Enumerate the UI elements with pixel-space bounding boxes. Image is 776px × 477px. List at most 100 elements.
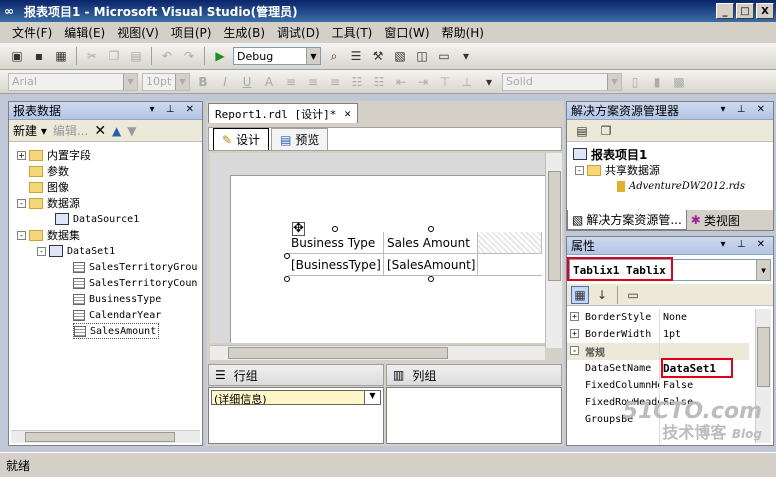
border-style-select[interactable]: Solid ▼ [502, 72, 622, 91]
tree-item-field[interactable]: CalendarYear [73, 307, 161, 323]
property-pages-icon[interactable]: ▭ [624, 286, 642, 304]
align-left-icon[interactable]: ≡ [282, 73, 300, 91]
valign-mid-icon[interactable]: ⊥ [458, 73, 476, 91]
new-project-icon[interactable]: ▣ [8, 47, 26, 65]
numbering-icon[interactable]: ☷ [370, 73, 388, 91]
menu-window[interactable]: 窗口(W) [378, 24, 435, 41]
border-icon[interactable]: ▯ [626, 73, 644, 91]
alphabetical-icon[interactable]: ↓ [593, 286, 611, 304]
tab-design[interactable]: ✎ 设计 [213, 128, 270, 150]
align-right-icon[interactable]: ≡ [326, 73, 344, 91]
delete-icon[interactable]: ✕ [94, 123, 106, 139]
header-cell-sales-amount[interactable]: Sales Amount [384, 232, 478, 254]
panel-pin-icon[interactable]: ▾ ⊥ ✕ [721, 104, 769, 115]
toolbar-options-icon[interactable]: ▾ [457, 47, 475, 65]
scrollbar-thumb[interactable] [228, 347, 448, 359]
fill-color-icon[interactable]: ▩ [670, 73, 688, 91]
tree-item-datasets[interactable]: - 数据集 [17, 227, 80, 243]
font-name-select[interactable]: Arial ▼ [8, 72, 138, 91]
bullets-icon[interactable]: ☷ [348, 73, 366, 91]
tree-item-builtin[interactable]: + 内置字段 [17, 147, 91, 163]
empty-column-cell[interactable] [478, 232, 542, 254]
vertical-scrollbar[interactable] [545, 153, 562, 348]
menu-tools[interactable]: 工具(T) [326, 24, 379, 41]
property-value[interactable]: False [659, 380, 693, 391]
tab-class-view[interactable]: ✱ 类视图 [687, 212, 744, 229]
document-tab[interactable]: Report1.rdl [设计]* ✕ [208, 103, 358, 123]
collapse-icon[interactable]: - [575, 165, 584, 175]
menu-file[interactable]: 文件(F) [6, 24, 58, 41]
start-debug-icon[interactable]: ▶ [211, 47, 229, 65]
resize-handle[interactable] [428, 276, 434, 282]
empty-column-cell[interactable] [478, 254, 542, 276]
cut-icon[interactable]: ✂ [83, 47, 101, 65]
property-row[interactable]: + BorderWidth 1pt [567, 326, 749, 343]
tree-item-datasources[interactable]: - 数据源 [17, 195, 80, 211]
collapse-icon[interactable]: - [17, 230, 26, 240]
tree-item-project[interactable]: 报表项目1 [573, 146, 647, 162]
close-tab-icon[interactable]: ✕ [344, 107, 351, 120]
horizontal-scrollbar[interactable] [210, 345, 545, 360]
resize-handle[interactable] [284, 276, 290, 282]
scrollbar-thumb[interactable] [25, 432, 175, 442]
copy-icon[interactable]: ❐ [105, 47, 123, 65]
scrollbar-thumb[interactable] [757, 327, 770, 387]
indent-icon[interactable]: ⇥ [414, 73, 432, 91]
collapse-icon[interactable]: - [37, 246, 46, 256]
tab-preview[interactable]: ▤ 预览 [271, 128, 329, 150]
data-cell-sales-amount[interactable]: [SalesAmount] [384, 254, 478, 276]
tree-item-shared-datasources[interactable]: - 共享数据源 [575, 162, 660, 178]
tree-item-field-selected[interactable]: SalesAmount [73, 323, 160, 339]
tree-item-rds[interactable]: AdventureDW2012.rds [617, 178, 745, 194]
command-window-icon[interactable]: ▭ [435, 47, 453, 65]
tab-solution-explorer[interactable]: ▧ 解决方案资源管... [567, 210, 687, 230]
properties-icon[interactable]: ☰ [347, 47, 365, 65]
property-row[interactable]: + BorderStyle None [567, 309, 749, 326]
toolbox-icon[interactable]: ⚒ [369, 47, 387, 65]
menu-view[interactable]: 视图(V) [111, 24, 165, 41]
panel-pin-icon[interactable]: ▾ ⊥ ✕ [721, 239, 769, 250]
save-all-icon[interactable]: ▦ [52, 47, 70, 65]
save-icon[interactable]: ▪ [30, 47, 48, 65]
expand-icon[interactable]: + [570, 312, 579, 321]
tree-item-field[interactable]: SalesTerritoryGrou [73, 259, 197, 275]
move-handle-icon[interactable]: ✥ [292, 222, 305, 236]
resize-handle[interactable] [332, 226, 338, 232]
tree-item-images[interactable]: 图像 [29, 179, 69, 195]
expand-icon[interactable]: + [17, 150, 26, 160]
edit-button[interactable]: 编辑... [53, 122, 88, 139]
maximize-button[interactable]: □ [736, 3, 754, 19]
italic-icon[interactable]: I [216, 73, 234, 91]
details-group-item[interactable]: (详细信息) ▼ [211, 390, 381, 406]
resize-handle[interactable] [428, 226, 434, 232]
font-size-select[interactable]: 10pt ▼ [142, 72, 190, 91]
panel-pin-icon[interactable]: ▾ ⊥ ✕ [150, 104, 198, 115]
properties-icon[interactable]: ▤ [573, 122, 591, 140]
undo-icon[interactable]: ↶ [158, 47, 176, 65]
bold-icon[interactable]: B [194, 73, 212, 91]
solution-config-select[interactable]: Debug ▼ [233, 47, 321, 65]
move-down-icon[interactable]: ▼ [127, 124, 136, 138]
font-color-icon[interactable]: A [260, 73, 278, 91]
property-row[interactable]: FixedColumnHe False [567, 377, 749, 394]
tablix1[interactable]: Business Type Sales Amount [BusinessType… [288, 232, 548, 278]
property-value[interactable]: None [659, 312, 687, 323]
menu-help[interactable]: 帮助(H) [436, 24, 490, 41]
new-button[interactable]: 新建 ▾ [13, 122, 47, 139]
valign-icon[interactable]: ⊤ [436, 73, 454, 91]
move-up-icon[interactable]: ▲ [112, 124, 121, 138]
resize-handle[interactable] [284, 253, 290, 259]
minimize-button[interactable]: _ [716, 3, 734, 19]
border-color-icon[interactable]: ▮ [648, 73, 666, 91]
collapse-icon[interactable]: - [17, 198, 26, 208]
menu-debug[interactable]: 调试(D) [271, 24, 326, 41]
align-center-icon[interactable]: ≡ [304, 73, 322, 91]
menu-project[interactable]: 项目(P) [165, 24, 218, 41]
menu-edit[interactable]: 编辑(E) [58, 24, 111, 41]
close-button[interactable]: X [756, 3, 774, 19]
show-all-files-icon[interactable]: ❐ [597, 122, 615, 140]
tree-item-params[interactable]: 参数 [29, 163, 69, 179]
collapse-icon[interactable]: - [570, 346, 579, 355]
tree-item-dataset1[interactable]: - DataSet1 [37, 243, 115, 259]
tree-item-field[interactable]: BusinessType [73, 291, 161, 307]
